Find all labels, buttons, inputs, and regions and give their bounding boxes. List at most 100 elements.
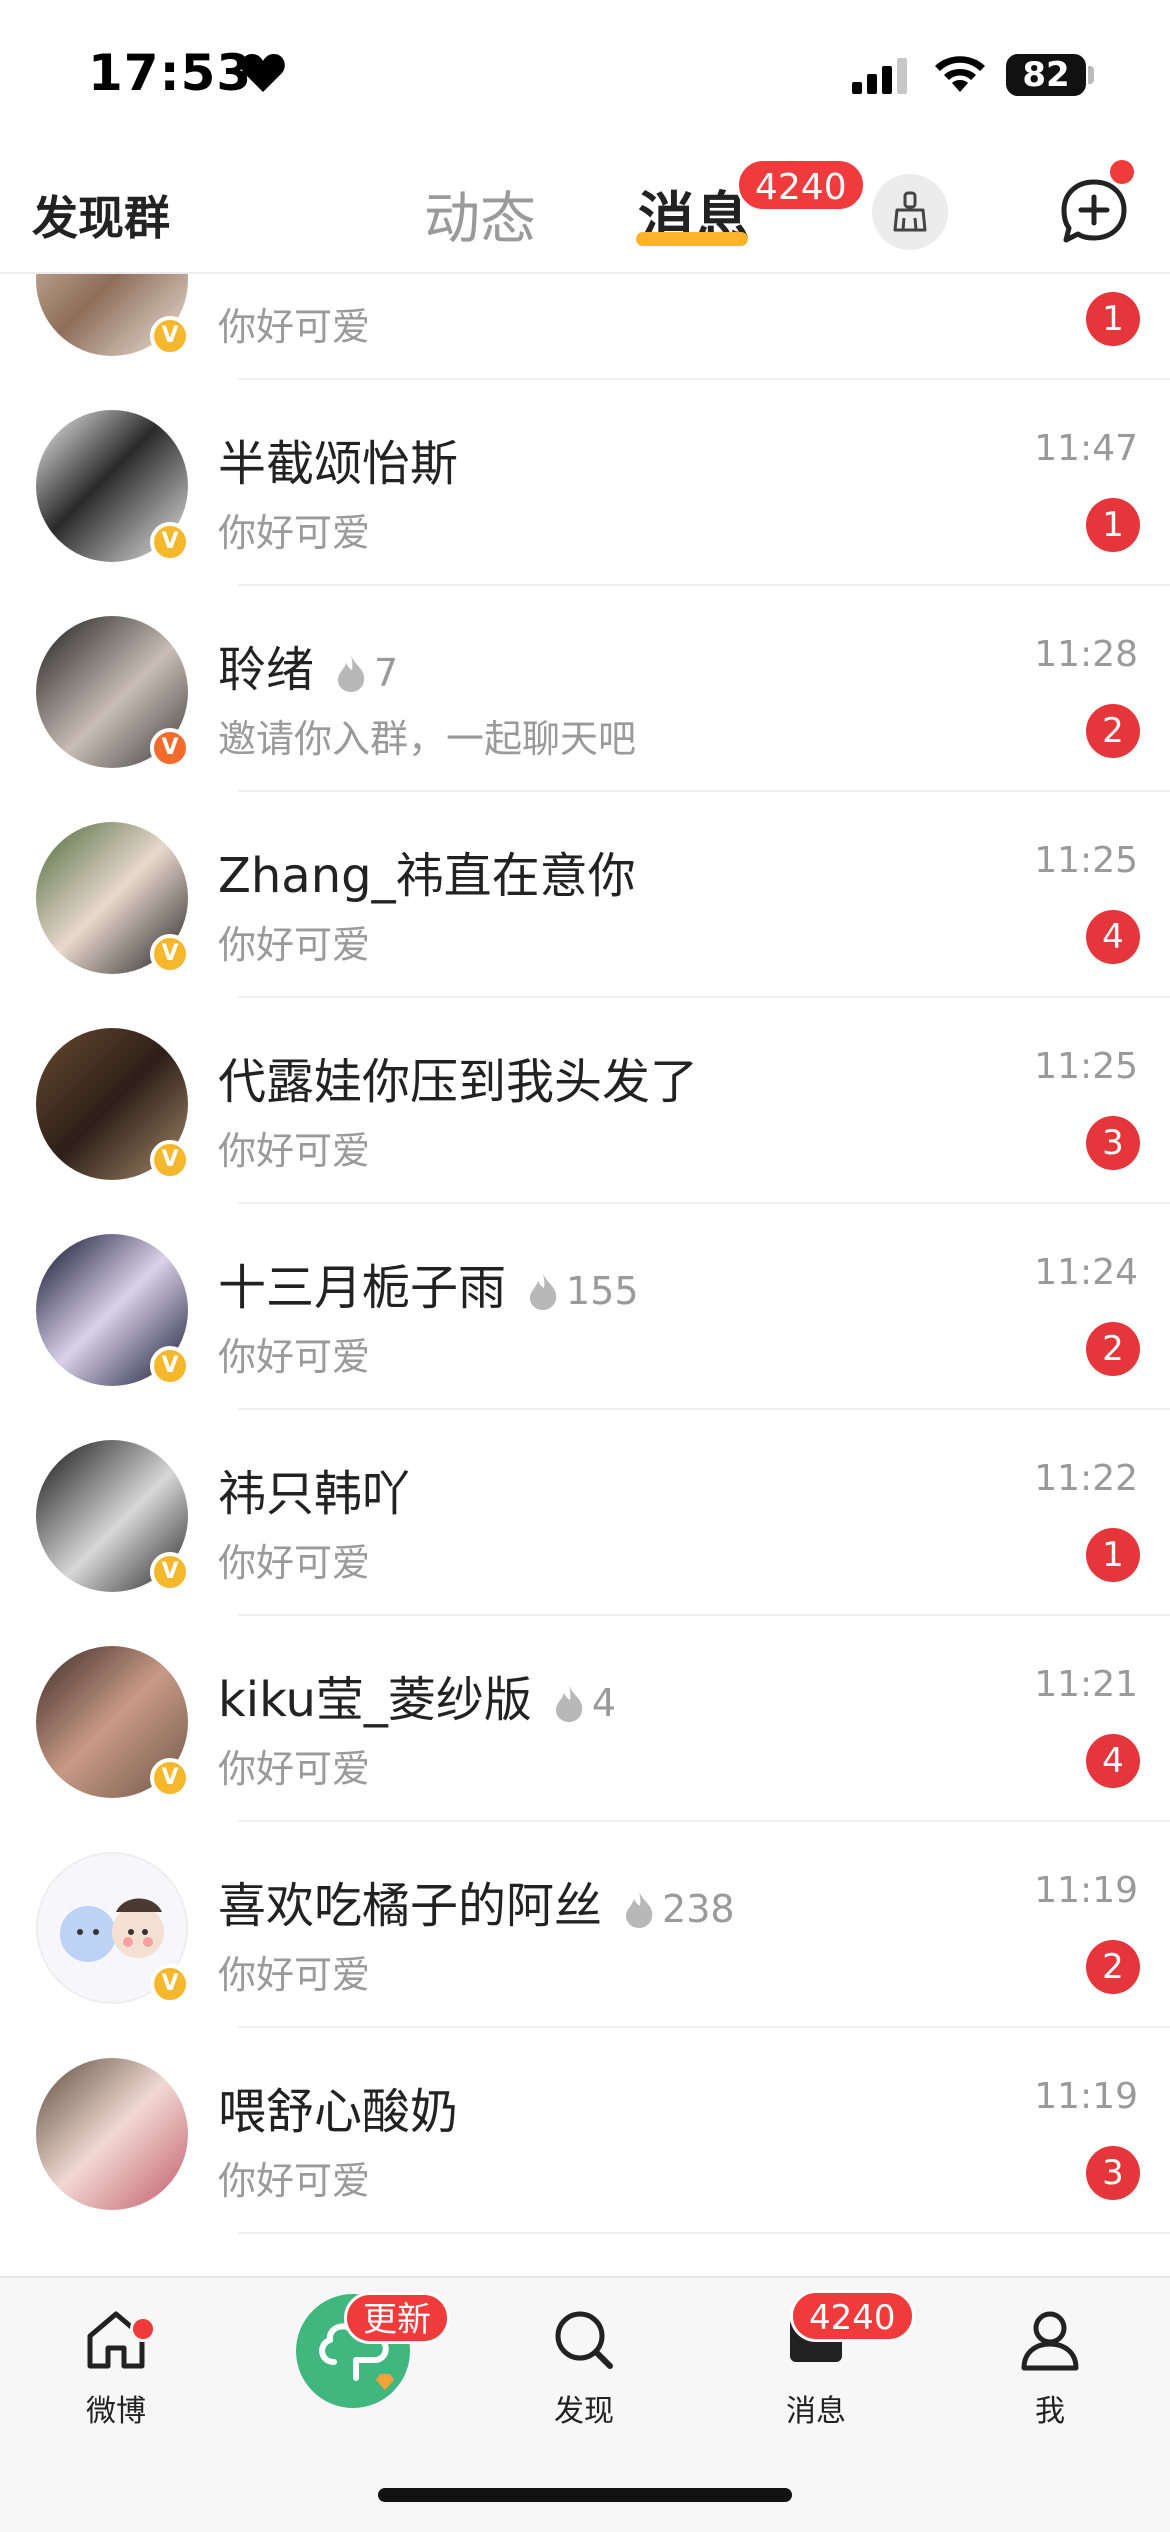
message-preview: 你好可爱	[218, 2159, 371, 2203]
divider	[238, 2232, 1170, 2234]
fire-count: 7	[374, 651, 399, 695]
list-item[interactable]: V kiku莹_菱纱版 4 11:21 你好可爱 4	[0, 1616, 1170, 1822]
avatar-wrap: V	[36, 274, 190, 356]
unread-badge: 1	[1086, 292, 1140, 346]
message-preview: 你好可爱	[218, 1129, 371, 1173]
nav-me-label: 我	[1035, 2394, 1065, 2429]
nav-messages[interactable]: 消息 4240	[746, 2290, 915, 2430]
contact-name: 半截颂怡斯	[218, 436, 459, 492]
avatar-wrap: V	[36, 1646, 190, 1798]
profile-icon	[1021, 2311, 1079, 2371]
list-item[interactable]: V 半截颂怡斯 11:47 你好可爱 1	[0, 380, 1170, 586]
contact-name-text: 喜欢吃橘子的阿丝	[218, 1878, 603, 1934]
message-list[interactable]: V 你好可爱 1 V 半截颂怡斯 11:47 你好可爱 1 V 聆绪 7 11:2…	[0, 274, 1170, 2276]
fire-count: 4	[591, 1681, 617, 1725]
message-time: 11:19	[1034, 2076, 1138, 2117]
unread-badge: 4	[1086, 1734, 1140, 1788]
clear-unread-button[interactable]	[872, 174, 948, 250]
list-item[interactable]: V Zhang_祎直在意你 11:25 你好可爱 4	[0, 792, 1170, 998]
message-preview: 你好可爱	[218, 511, 371, 555]
top-header: 发现群 动态 消息 4240	[0, 150, 1170, 274]
message-preview: 邀请你入群，一起聊天吧	[218, 717, 637, 761]
contact-name-text: 十三月栀子雨	[218, 1260, 507, 1316]
verified-badge-icon: V	[150, 1346, 190, 1386]
contact-name: 喂舒心酸奶	[218, 2084, 459, 2140]
add-chat-dot	[1110, 160, 1134, 184]
message-preview: 你好可爱	[218, 1335, 371, 1379]
nav-discover-label: 发现	[554, 2394, 614, 2429]
contact-name: 喜欢吃橘子的阿丝 238	[218, 1866, 735, 1936]
avatar-wrap: V	[36, 1234, 190, 1386]
home-notification-dot	[130, 2316, 156, 2342]
message-time: 11:25	[1034, 1046, 1138, 1087]
message-preview: 你好可爱	[218, 305, 371, 349]
add-chat-icon[interactable]	[1054, 172, 1134, 252]
contact-name-text: 聆绪	[218, 642, 315, 698]
contact-name: 祎只韩吖	[218, 1466, 411, 1522]
verified-badge-icon: V	[150, 522, 190, 562]
unread-badge: 3	[1086, 2146, 1140, 2200]
list-item[interactable]: 喂舒心酸奶 11:19 你好可爱 3	[0, 2028, 1170, 2234]
unread-badge: 1	[1086, 1528, 1140, 1582]
avatar[interactable]	[36, 2058, 188, 2210]
message-time: 11:47	[1034, 428, 1138, 469]
home-indicator[interactable]	[378, 2488, 792, 2502]
verified-badge-icon: V	[150, 728, 190, 768]
message-preview: 你好可爱	[218, 1747, 371, 1791]
avatar-wrap: V	[36, 1852, 190, 2004]
discover-group-link[interactable]: 发现群	[32, 182, 170, 248]
update-badge: 更新	[344, 2292, 450, 2344]
unread-badge: 2	[1086, 1322, 1140, 1376]
fire-icon	[555, 1685, 583, 1722]
contact-name: Zhang_祎直在意你	[218, 848, 636, 904]
verified-badge-icon: V	[150, 1140, 190, 1180]
nav-home-label: 微博	[86, 2394, 146, 2429]
list-item[interactable]: V 你好可爱 1	[0, 274, 1170, 380]
message-time: 11:24	[1034, 1252, 1138, 1293]
nav-messages-label: 消息	[786, 2394, 846, 2429]
verified-badge-icon: V	[150, 1964, 190, 2004]
fire-icon	[338, 655, 365, 692]
avatar-wrap: V	[36, 822, 190, 974]
heart-icon	[241, 54, 285, 92]
active-tab-indicator	[636, 232, 748, 246]
message-preview: 你好可爱	[218, 1541, 371, 1585]
list-item[interactable]: V 代露娃你压到我头发了 11:25 你好可爱 3	[0, 998, 1170, 1204]
list-item[interactable]: V 祎只韩吖 11:22 你好可爱 1	[0, 1410, 1170, 1616]
unread-badge: 2	[1086, 1940, 1140, 1994]
verified-badge-icon: V	[150, 1552, 190, 1592]
status-time: 17:53	[88, 44, 253, 102]
avatar-wrap: V	[36, 1028, 190, 1180]
contact-name: kiku莹_菱纱版 4	[218, 1660, 616, 1730]
unread-badge: 1	[1086, 498, 1140, 552]
messages-nav-badge: 4240	[790, 2290, 915, 2342]
unread-badge: 3	[1086, 1116, 1140, 1170]
message-preview: 你好可爱	[218, 923, 371, 967]
verified-badge-icon: V	[150, 1758, 190, 1798]
list-item[interactable]: V 喜欢吃橘子的阿丝 238 11:19 你好可爱 2	[0, 1822, 1170, 2028]
contact-name: 聆绪 7	[218, 630, 398, 700]
messages-tab-badge: 4240	[736, 158, 866, 212]
nav-home[interactable]: 微博	[46, 2304, 186, 2430]
avatar-wrap: V	[36, 616, 190, 768]
list-item[interactable]: V 十三月栀子雨 155 11:24 你好可爱 2	[0, 1204, 1170, 1410]
search-icon	[555, 2311, 613, 2369]
signal-icon	[852, 58, 907, 94]
nav-discover[interactable]: 发现	[514, 2304, 654, 2430]
fire-icon	[626, 1891, 653, 1928]
contact-name: 十三月栀子雨 155	[218, 1248, 639, 1318]
battery-tip	[1088, 66, 1094, 84]
message-time: 11:21	[1034, 1664, 1138, 1705]
nav-me[interactable]: 我	[980, 2304, 1120, 2430]
message-time: 11:28	[1034, 634, 1138, 675]
fire-count: 238	[662, 1887, 735, 1931]
avatar-wrap: V	[36, 1440, 190, 1592]
broom-icon	[893, 191, 927, 232]
fire-count: 155	[566, 1269, 639, 1313]
verified-badge-icon: V	[150, 316, 190, 356]
nav-super-topic[interactable]: 更新	[288, 2292, 450, 2414]
message-time: 11:22	[1034, 1458, 1138, 1499]
list-item[interactable]: V 聆绪 7 11:28 邀请你入群，一起聊天吧 2	[0, 586, 1170, 792]
battery-indicator: 82	[1006, 54, 1086, 96]
tab-dynamic[interactable]: 动态	[424, 174, 536, 255]
